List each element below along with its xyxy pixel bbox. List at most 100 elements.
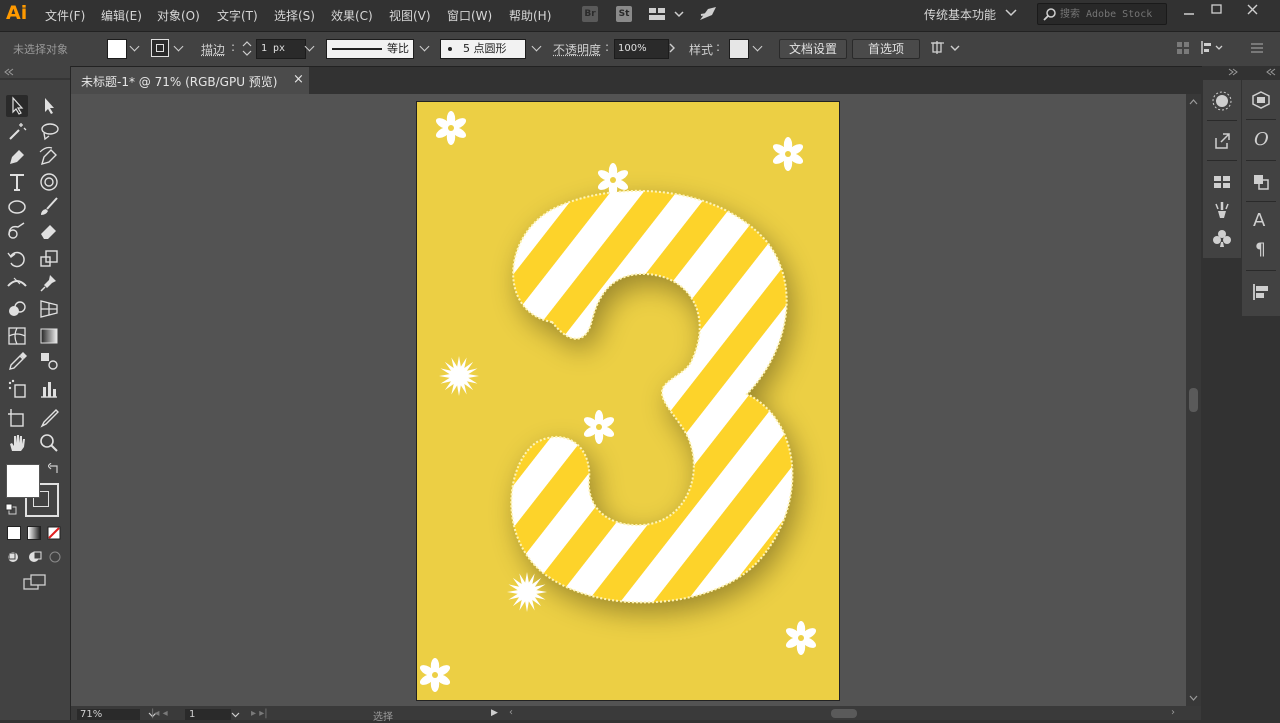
- chevron-down-icon[interactable]: [532, 42, 542, 52]
- gradient-mode-button[interactable]: [27, 526, 41, 540]
- blend-tool[interactable]: [38, 350, 60, 372]
- expand-dock-icon[interactable]: [1266, 68, 1276, 76]
- fill-color-box[interactable]: [6, 464, 40, 498]
- scroll-left-icon[interactable]: ‹: [509, 707, 513, 718]
- symbols-icon[interactable]: [1212, 228, 1232, 248]
- arrange-documents-icon[interactable]: [648, 6, 686, 22]
- curvature-tool[interactable]: [38, 146, 60, 168]
- menu-select[interactable]: 选择(S): [274, 7, 315, 24]
- slice-tool[interactable]: [38, 407, 60, 429]
- screen-mode-icon[interactable]: [22, 574, 48, 590]
- swatches-icon[interactable]: [1212, 172, 1232, 192]
- menu-effect[interactable]: 效果(C): [331, 7, 373, 24]
- perspective-grid-tool[interactable]: [38, 298, 60, 320]
- menu-file[interactable]: 文件(F): [45, 7, 85, 24]
- menu-help[interactable]: 帮助(H): [509, 7, 551, 24]
- chevron-down-icon[interactable]: [420, 42, 430, 52]
- direct-selection-tool[interactable]: [38, 95, 60, 117]
- column-graph-tool[interactable]: [38, 378, 60, 400]
- maximize-icon[interactable]: [1210, 2, 1224, 16]
- gpu-performance-icon[interactable]: [698, 5, 718, 23]
- collapse-dock-icon[interactable]: [1228, 68, 1238, 76]
- menu-object[interactable]: 对象(O): [157, 7, 200, 24]
- paragraph-icon[interactable]: ¶: [1255, 240, 1266, 260]
- rotate-tool[interactable]: [6, 248, 28, 270]
- vertical-scrollbar[interactable]: [1186, 94, 1201, 706]
- stroke-weight-field[interactable]: 1 px: [256, 39, 306, 59]
- opentype-icon[interactable]: O: [1254, 129, 1269, 150]
- artboard-tool[interactable]: [6, 407, 28, 429]
- eyedropper-tool[interactable]: [6, 350, 28, 372]
- libraries-icon[interactable]: [1251, 90, 1271, 110]
- scroll-thumb[interactable]: [1189, 388, 1198, 412]
- spiral-tool[interactable]: [38, 171, 60, 193]
- search-input[interactable]: [1060, 4, 1162, 24]
- document-setup-button[interactable]: 文档设置: [779, 39, 847, 59]
- close-window-icon[interactable]: [1246, 3, 1260, 17]
- chevron-right-icon[interactable]: [668, 43, 676, 53]
- chevron-down-icon[interactable]: [130, 42, 140, 52]
- type-tool[interactable]: [6, 171, 28, 193]
- stroke-label[interactable]: 描边: [201, 41, 225, 58]
- scroll-down-icon[interactable]: [1189, 695, 1198, 701]
- minimize-icon[interactable]: [1182, 6, 1196, 20]
- puppet-warp-tool[interactable]: [38, 272, 60, 294]
- export-icon[interactable]: [1212, 131, 1232, 151]
- menu-edit[interactable]: 编辑(E): [101, 7, 142, 24]
- stock-search[interactable]: [1037, 3, 1167, 25]
- transparency-icon[interactable]: [1251, 172, 1271, 192]
- collapse-panel-icon[interactable]: [4, 68, 14, 76]
- gradient-tool[interactable]: [38, 325, 60, 347]
- style-swatch[interactable]: [729, 39, 749, 59]
- stroke-profile-select[interactable]: 等比: [326, 39, 414, 59]
- chevron-down-icon[interactable]: [174, 42, 184, 52]
- artboard[interactable]: [417, 102, 839, 700]
- bridge-button[interactable]: Br: [582, 6, 598, 22]
- scale-tool[interactable]: [38, 248, 60, 270]
- chevron-down-icon[interactable]: [305, 42, 315, 52]
- draw-normal-icon[interactable]: [6, 550, 22, 564]
- selection-tool[interactable]: [6, 95, 28, 117]
- menu-view[interactable]: 视图(V): [389, 7, 431, 24]
- last-artboard-icon[interactable]: ▸ ▸|: [251, 708, 268, 719]
- artboard-number-field[interactable]: 1: [185, 709, 231, 720]
- fill-swatch[interactable]: [107, 39, 127, 59]
- character-icon[interactable]: A: [1253, 210, 1265, 231]
- width-tool[interactable]: [6, 272, 28, 294]
- zoom-tool[interactable]: [38, 432, 60, 454]
- pen-tool[interactable]: [6, 146, 28, 168]
- hand-tool[interactable]: [6, 432, 28, 454]
- ellipse-tool[interactable]: [6, 196, 28, 218]
- scroll-up-icon[interactable]: [1189, 99, 1198, 105]
- paintbrush-tool[interactable]: [38, 196, 60, 218]
- color-mode-button[interactable]: [7, 526, 21, 540]
- panel-menu-icon[interactable]: [1250, 41, 1264, 55]
- brushes-icon[interactable]: [1212, 200, 1232, 220]
- align-icon[interactable]: [1251, 282, 1271, 302]
- brush-select[interactable]: 5 点圆形: [440, 39, 526, 59]
- opacity-label[interactable]: 不透明度: [553, 41, 601, 58]
- workspace-switcher[interactable]: 传统基本功能: [924, 6, 996, 23]
- document-tab[interactable]: 未标题-1* @ 71% (RGB/GPU 预览) ×: [71, 67, 309, 94]
- none-mode-button[interactable]: [47, 526, 61, 540]
- transform-icon[interactable]: [1176, 41, 1190, 55]
- align-to-icon[interactable]: [930, 40, 962, 56]
- default-colors-icon[interactable]: [5, 503, 17, 515]
- stroke-swatch[interactable]: [151, 39, 169, 57]
- chevron-down-icon[interactable]: [753, 42, 763, 52]
- eraser-tool[interactable]: [38, 220, 60, 242]
- chevron-down-icon[interactable]: [231, 712, 240, 718]
- status-menu-arrow[interactable]: ▶: [491, 708, 498, 718]
- swap-colors-icon[interactable]: [48, 463, 60, 475]
- menu-type[interactable]: 文字(T): [217, 7, 258, 24]
- zoom-field[interactable]: 71%: [77, 709, 140, 720]
- first-artboard-icon[interactable]: |◂ ◂: [151, 708, 168, 719]
- scroll-right-icon[interactable]: ›: [1171, 707, 1175, 718]
- stock-button[interactable]: St: [616, 6, 632, 22]
- color-guide-icon[interactable]: [1212, 91, 1232, 111]
- shape-builder-tool[interactable]: [6, 298, 28, 320]
- symbol-sprayer-tool[interactable]: [6, 378, 28, 400]
- shaper-tool[interactable]: [6, 220, 28, 242]
- lasso-tool[interactable]: [38, 120, 60, 142]
- magic-wand-tool[interactable]: [6, 120, 28, 142]
